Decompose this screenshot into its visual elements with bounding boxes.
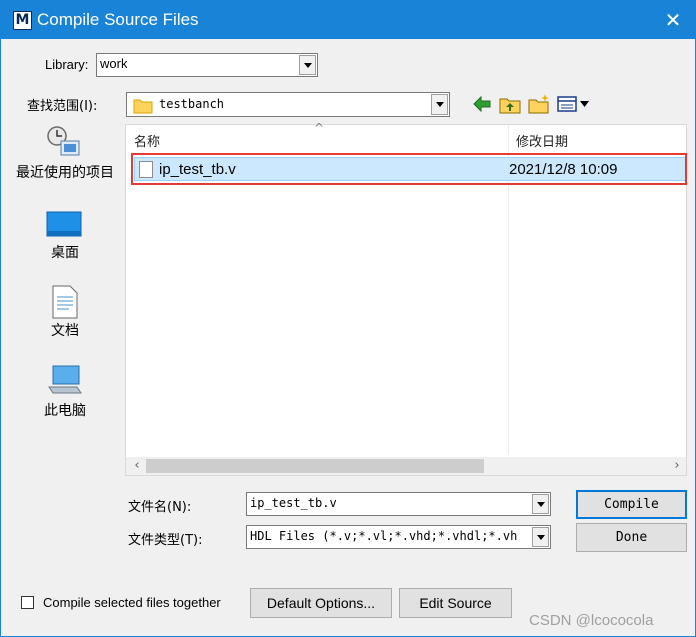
column-header-modified[interactable]: 修改日期	[516, 131, 568, 150]
filename-label: 文件名(N):	[128, 500, 192, 515]
edit-source-button[interactable]: Edit Source	[399, 588, 512, 618]
modelsim-app-icon: M	[13, 11, 32, 30]
filetype-select[interactable]: HDL Files (*.v;*.vl;*.vhd;*.vhdl;*.vh	[246, 525, 551, 549]
horizontal-scrollbar[interactable]: ‹ ›	[126, 457, 686, 475]
place-label: 文档	[51, 323, 79, 339]
this-pc-icon	[48, 365, 82, 394]
up-folder-icon[interactable]	[498, 93, 522, 115]
title-bar[interactable]: M Compile Source Files ✕	[1, 1, 695, 39]
documents-icon	[52, 285, 78, 319]
library-value: work	[100, 56, 128, 71]
close-button[interactable]: ✕	[651, 1, 695, 39]
column-header-name[interactable]: 名称	[134, 131, 160, 150]
compile-together-label: Compile selected files together	[43, 595, 221, 610]
scroll-left-icon[interactable]: ‹	[128, 457, 146, 475]
compile-button[interactable]: Compile	[576, 490, 687, 519]
chevron-down-icon[interactable]	[532, 494, 549, 514]
lookin-label: 查找范围(I):	[27, 99, 98, 114]
recent-items-icon	[47, 126, 80, 156]
place-label: 此电脑	[44, 403, 86, 419]
sort-ascending-icon: ^	[314, 121, 325, 135]
library-label: Library:	[45, 57, 89, 72]
watermark: CSDN @lcococola	[529, 612, 654, 629]
scroll-right-icon[interactable]: ›	[668, 457, 686, 475]
new-folder-icon[interactable]	[527, 93, 551, 115]
file-list[interactable]: 名称 ^ 修改日期 ip_test_tb.v 2021/12/8 10:09 ‹…	[125, 121, 687, 476]
chevron-down-icon[interactable]	[532, 527, 549, 547]
scrollbar-thumb[interactable]	[146, 459, 484, 473]
filetype-value: HDL Files (*.v;*.vl;*.vhd;*.vhdl;*.vh	[250, 529, 518, 543]
lookin-value: testbanch	[159, 97, 225, 111]
view-menu-icon[interactable]	[556, 93, 592, 115]
place-recent-items[interactable]: 最近使用的项目	[13, 125, 117, 189]
lookin-select[interactable]: testbanch	[126, 92, 450, 117]
chevron-down-icon[interactable]	[299, 55, 316, 75]
library-select[interactable]: work	[96, 53, 318, 77]
chevron-down-icon[interactable]	[431, 94, 448, 115]
place-label: 桌面	[51, 245, 79, 261]
place-desktop[interactable]: 桌面	[13, 209, 117, 261]
default-options-button[interactable]: Default Options...	[250, 588, 392, 618]
place-label: 最近使用的项目	[16, 165, 114, 181]
highlight-outline	[131, 153, 687, 185]
filename-value: ip_test_tb.v	[250, 496, 337, 510]
compile-source-files-dialog: M Compile Source Files ✕ Library: work 查…	[0, 0, 696, 637]
back-arrow-icon[interactable]	[470, 93, 494, 115]
filetype-label: 文件类型(T):	[128, 533, 203, 548]
desktop-icon	[46, 211, 82, 237]
window-title: Compile Source Files	[37, 10, 199, 29]
place-documents[interactable]: 文档	[13, 285, 117, 339]
place-this-pc[interactable]: 此电脑	[13, 365, 117, 419]
folder-icon	[133, 99, 153, 114]
filename-input[interactable]: ip_test_tb.v	[246, 492, 551, 516]
done-button[interactable]: Done	[576, 523, 687, 552]
compile-together-checkbox[interactable]	[21, 596, 34, 609]
